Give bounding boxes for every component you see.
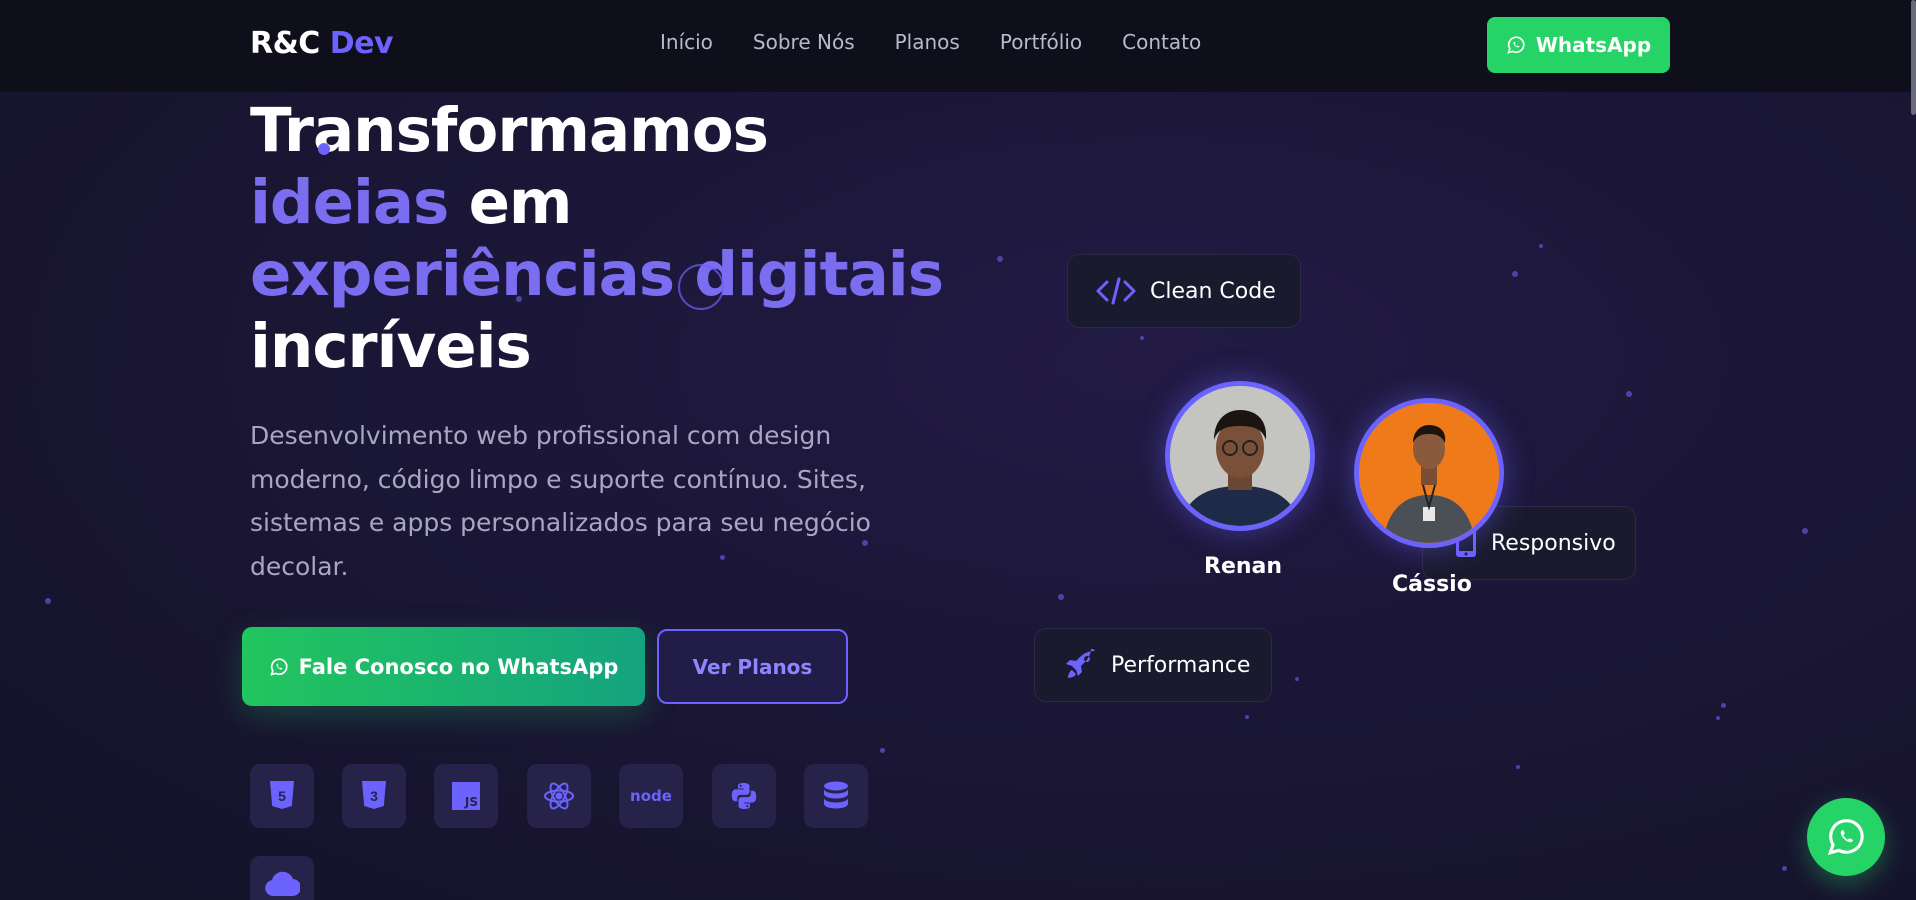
tech-nodejs[interactable]: node xyxy=(619,764,683,828)
feature-label-clean-code: Clean Code xyxy=(1150,278,1276,304)
cursor-ring xyxy=(678,264,724,310)
particle-dot xyxy=(45,598,51,604)
nav-link-inicio[interactable]: Início xyxy=(660,30,713,54)
hero-title-rest-2: em xyxy=(448,167,573,238)
brand-accent: Dev xyxy=(329,26,394,61)
tech-cloud[interactable] xyxy=(250,856,314,900)
feature-label-performance: Performance xyxy=(1111,652,1251,678)
navbar: R&C Dev Início Sobre Nós Planos Portfóli… xyxy=(0,0,1916,92)
hero-title-line-4: incríveis xyxy=(250,311,532,382)
particle-dot xyxy=(1782,866,1787,871)
hero-subtitle: Desenvolvimento web profissional com des… xyxy=(250,421,871,581)
particle-dot xyxy=(1140,336,1144,340)
particle-dot xyxy=(1516,765,1520,769)
cloud-icon xyxy=(265,871,300,896)
particle-dot xyxy=(1058,594,1064,600)
whatsapp-icon xyxy=(269,657,288,676)
member-name-cassio: Cássio xyxy=(1392,572,1472,597)
css3-icon: 3 xyxy=(362,781,386,809)
particle-dot xyxy=(1802,528,1808,534)
brand-logo[interactable]: R&C Dev xyxy=(250,26,394,61)
hero-title-line-1: Transformamos xyxy=(250,95,769,166)
nav-link-planos[interactable]: Planos xyxy=(895,30,960,54)
particle-dot xyxy=(997,256,1003,262)
code-icon xyxy=(1096,277,1136,305)
hero-title: Transformamos ideias em experiências dig… xyxy=(250,95,944,383)
particle-dot xyxy=(1721,703,1726,708)
particle-dot xyxy=(1245,715,1249,719)
person-photo-cassio xyxy=(1359,403,1499,543)
particle-dot xyxy=(880,748,885,753)
brand-name: R&C xyxy=(250,26,320,61)
svg-text:3: 3 xyxy=(370,788,378,804)
feature-card-clean-code: Clean Code xyxy=(1067,254,1301,328)
tech-database[interactable] xyxy=(804,764,868,828)
svg-text:5: 5 xyxy=(278,788,286,804)
particle-dot xyxy=(1295,677,1299,681)
tech-html5[interactable]: 5 xyxy=(250,764,314,828)
whatsapp-nav-label: WhatsApp xyxy=(1535,33,1652,57)
tech-css3[interactable]: 3 xyxy=(342,764,406,828)
react-icon xyxy=(544,782,574,810)
database-icon xyxy=(824,781,848,809)
particle-dot xyxy=(1626,391,1632,397)
javascript-icon: JS xyxy=(452,782,480,810)
cursor-dot xyxy=(318,143,330,155)
feature-card-performance: Performance xyxy=(1034,628,1272,702)
scrollbar-thumb[interactable] xyxy=(1911,0,1916,115)
nav-link-portfolio[interactable]: Portfólio xyxy=(1000,30,1082,54)
nav-links: Início Sobre Nós Planos Portfólio Contat… xyxy=(660,30,1201,54)
avatar-cassio xyxy=(1354,398,1504,548)
rocket-icon xyxy=(1066,649,1095,678)
particle-dot xyxy=(1716,716,1720,720)
python-icon xyxy=(731,783,757,809)
whatsapp-icon xyxy=(1827,819,1864,856)
whatsapp-contact-button[interactable]: Fale Conosco no WhatsApp xyxy=(242,627,645,706)
javascript-icon-label: JS xyxy=(464,795,478,809)
tech-javascript[interactable]: JS xyxy=(434,764,498,828)
whatsapp-icon xyxy=(1507,36,1525,54)
floating-whatsapp-button[interactable] xyxy=(1807,798,1885,876)
nav-link-sobre-nos[interactable]: Sobre Nós xyxy=(753,30,855,54)
nav-link-contato[interactable]: Contato xyxy=(1122,30,1201,54)
tech-python[interactable] xyxy=(712,764,776,828)
view-plans-button[interactable]: Ver Planos xyxy=(657,629,848,704)
whatsapp-nav-button[interactable]: WhatsApp xyxy=(1487,17,1670,73)
hero-title-accent-1: ideias xyxy=(250,167,449,238)
hero-title-accent-2: experiências digitais xyxy=(250,239,944,310)
avatar-renan xyxy=(1165,381,1315,531)
tech-react[interactable] xyxy=(527,764,591,828)
html5-icon: 5 xyxy=(270,781,294,809)
particle-dot xyxy=(1512,271,1518,277)
nodejs-icon: node xyxy=(630,787,672,805)
feature-label-responsive: Responsivo xyxy=(1491,530,1616,556)
particle-dot xyxy=(1539,244,1543,248)
hero-title-line-2: ideias em xyxy=(250,167,943,239)
member-name-renan: Renan xyxy=(1204,554,1283,579)
whatsapp-contact-label: Fale Conosco no WhatsApp xyxy=(298,654,619,679)
person-photo-renan xyxy=(1170,386,1310,526)
